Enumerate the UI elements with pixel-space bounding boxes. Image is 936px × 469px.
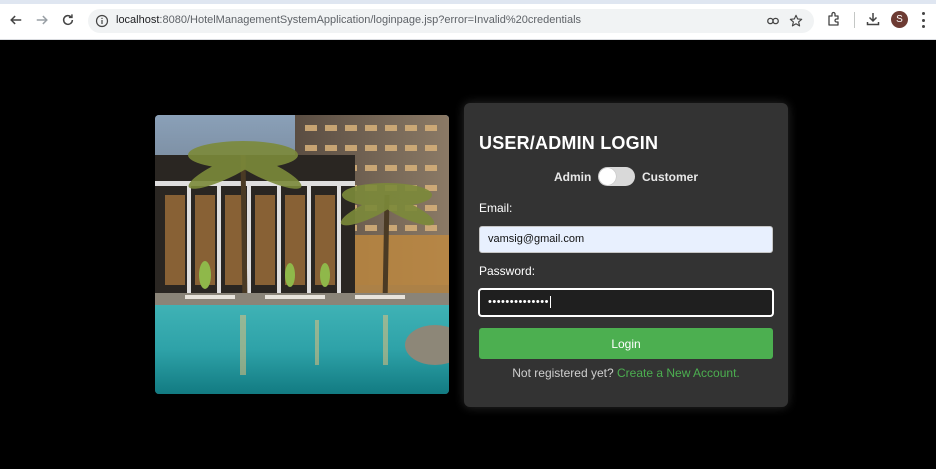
reload-icon[interactable] [58,10,78,30]
login-button[interactable]: Login [479,328,773,359]
profile-avatar[interactable]: S [891,11,908,28]
email-label: Email: [479,201,513,215]
profile-initial: S [896,14,903,25]
url-text: localhost:8080/HotelManagementSystemAppl… [116,14,581,26]
role-toggle-switch[interactable] [598,167,635,186]
toggle-customer-label: Customer [642,170,699,184]
email-field[interactable]: vamsig@gmail.com [479,226,773,253]
menu-kebab-icon[interactable] [920,12,926,28]
login-card: USER/ADMIN LOGIN Admin Customer Email: v… [464,103,788,407]
browser-toolbar: localhost:8080/HotelManagementSystemAppl… [0,0,936,40]
toolbar-separator [854,12,855,28]
tab-strip [0,0,936,4]
toggle-knob [599,168,616,185]
extensions-icon[interactable] [826,11,842,27]
text-caret [549,296,551,309]
bookmark-star-icon[interactable] [789,14,803,28]
password-key-icon[interactable] [766,14,780,28]
create-account-link[interactable]: Create a New Account. [617,366,740,380]
register-prompt-text: Not registered yet? [512,366,614,380]
download-icon[interactable] [865,11,881,27]
password-field[interactable]: •••••••••••••• [478,288,774,317]
email-value: vamsig@gmail.com [488,233,585,245]
address-bar[interactable]: localhost:8080/HotelManagementSystemAppl… [88,9,814,33]
hotel-photo [155,115,449,394]
back-arrow-icon[interactable] [6,10,26,30]
login-title: USER/ADMIN LOGIN [479,133,659,153]
register-prompt-row: Not registered yet? Create a New Account… [464,366,788,380]
role-toggle-row: Admin Customer [464,167,788,187]
url-path: :8080/HotelManagementSystemApplication/l… [159,14,582,26]
site-info-icon[interactable] [95,14,109,28]
password-masked-value: •••••••••••••• [488,296,549,308]
password-label: Password: [479,264,536,278]
forward-arrow-icon[interactable] [32,10,52,30]
toggle-admin-label: Admin [554,170,592,184]
url-host: localhost [116,14,160,26]
